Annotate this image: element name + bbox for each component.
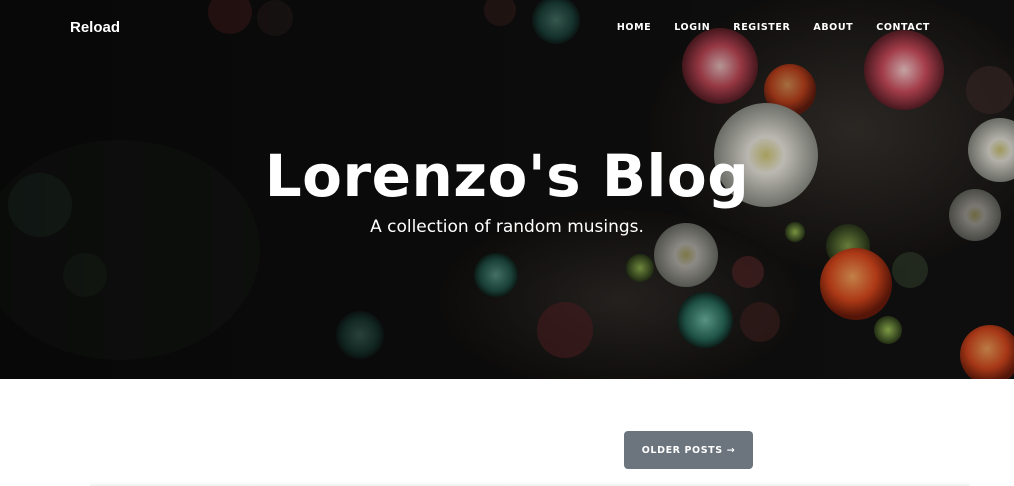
older-posts-button[interactable]: OLDER POSTS → — [624, 431, 753, 469]
older-posts-label: OLDER POSTS — [641, 444, 723, 456]
page-subtitle: A collection of random musings. — [370, 217, 644, 237]
arrow-right-icon: → — [726, 444, 736, 456]
page-title: Lorenzo's Blog — [264, 142, 750, 210]
nav-link-register[interactable]: REGISTER — [733, 22, 790, 33]
masthead: Reload HOME LOGIN REGISTER ABOUT CONTACT… — [0, 0, 1014, 379]
nav-link-home[interactable]: HOME — [617, 22, 651, 33]
navbar-brand[interactable]: Reload — [70, 19, 120, 36]
section-divider — [90, 482, 970, 486]
nav-link-login[interactable]: LOGIN — [674, 22, 710, 33]
nav-link-about[interactable]: ABOUT — [813, 22, 853, 33]
main-nav: HOME LOGIN REGISTER ABOUT CONTACT — [594, 22, 930, 33]
nav-link-contact[interactable]: CONTACT — [876, 22, 930, 33]
